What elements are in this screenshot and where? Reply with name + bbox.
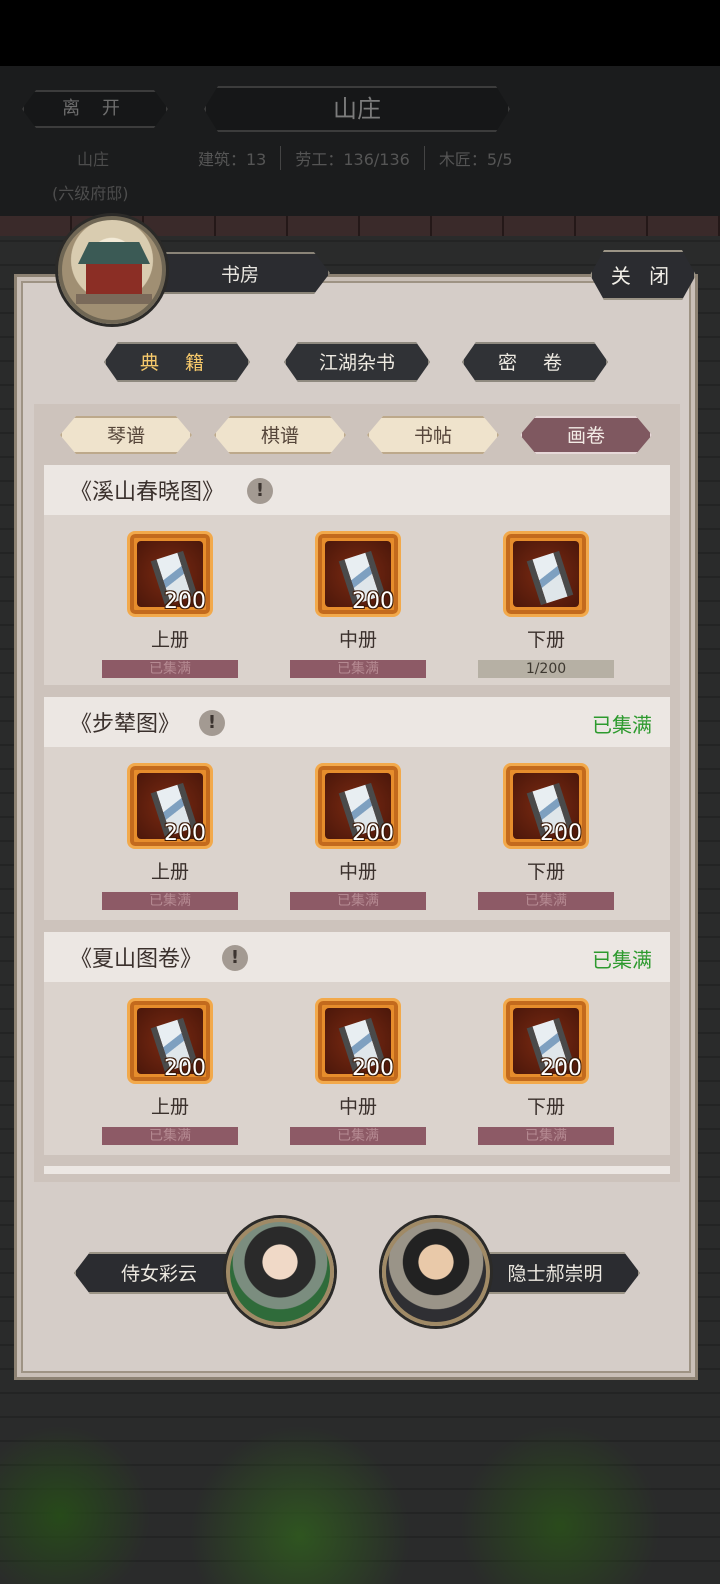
estate-stats: 建筑：13 劳工：136/136 木匠：5/5 (198, 146, 527, 170)
item-count: 200 (352, 1056, 394, 1081)
volume-label: 中册 (338, 1096, 377, 1118)
scroll-painting-icon: 200 (127, 998, 213, 1084)
hermit-portrait[interactable] (382, 1218, 490, 1326)
collection-title: 《步辇图》 (70, 712, 181, 737)
building-name: 书房 (150, 252, 330, 294)
leave-button[interactable]: 离 开 (22, 90, 168, 128)
npc-hermit-button[interactable]: 隐士郝崇明 (470, 1252, 640, 1294)
volume-item[interactable]: 下册 1/200 (476, 531, 616, 678)
collection-title: 《夏山图卷》 (70, 947, 203, 972)
volume-label: 上册 (150, 861, 189, 883)
location-rank: (六级府邸) (52, 184, 129, 203)
scroll-painting-icon: 200 (127, 531, 213, 617)
subtab-calligraphy[interactable]: 书帖 (367, 416, 499, 454)
collection-card: 《夏山图卷》 ! 已集满 200 上册 已集满 200 中册 已集满 200 下… (44, 932, 670, 1155)
card-header: 《步辇图》 ! 已集满 (44, 697, 670, 747)
volume-label: 中册 (338, 861, 377, 883)
collection-card: 《步辇图》 ! 已集满 200 上册 已集满 200 中册 已集满 200 下册… (44, 697, 670, 920)
scroll-painting-icon: 200 (503, 998, 589, 1084)
page-title: 山庄 (204, 86, 510, 132)
item-count: 200 (352, 821, 394, 846)
volume-label: 中册 (338, 629, 377, 651)
volume-label: 下册 (526, 629, 565, 651)
progress-bar: 已集满 (102, 1127, 238, 1145)
scroll-painting-icon: 200 (503, 763, 589, 849)
close-button[interactable]: 关 闭 (590, 250, 696, 300)
volume-label: 上册 (150, 629, 189, 651)
scroll-painting-icon: 200 (315, 763, 401, 849)
scroll-painting-icon (503, 531, 589, 617)
collection-card: 《溪山春晓图》 ! 200 上册 已集满 200 中册 已集满 下册 1/200 (44, 465, 670, 685)
info-icon[interactable]: ! (222, 945, 248, 971)
tab-classics[interactable]: 典 籍 (104, 342, 250, 382)
volume-item[interactable]: 200 上册 已集满 (100, 531, 240, 678)
item-count: 200 (540, 821, 582, 846)
volume-item[interactable]: 200 上册 已集满 (100, 763, 240, 910)
item-count: 200 (540, 1056, 582, 1081)
stat-labor: 劳工：136/136 (281, 146, 425, 170)
subtab-qin-scores[interactable]: 琴谱 (60, 416, 192, 454)
progress-bar: 已集满 (290, 660, 426, 678)
complete-status: 已集满 (592, 948, 652, 972)
volume-item[interactable]: 200 下册 已集满 (476, 763, 616, 910)
npc-maid-button[interactable]: 侍女彩云 (74, 1252, 244, 1294)
collection-card-partial (44, 1166, 670, 1174)
stat-carpenters: 木匠：5/5 (438, 150, 513, 169)
volume-label: 上册 (150, 1096, 189, 1118)
scroll-painting-icon: 200 (315, 531, 401, 617)
item-count: 200 (164, 821, 206, 846)
progress-bar: 已集满 (478, 892, 614, 910)
card-header: 《溪山春晓图》 ! (44, 465, 670, 515)
volume-item[interactable]: 200 上册 已集满 (100, 998, 240, 1145)
volume-item[interactable]: 200 中册 已集满 (288, 763, 428, 910)
subtab-chess-manuals[interactable]: 棋谱 (214, 416, 346, 454)
progress-bar: 1/200 (478, 660, 614, 678)
complete-status: 已集满 (592, 713, 652, 737)
location-name: 山庄 (77, 150, 110, 169)
collection-title: 《溪山春晓图》 (70, 480, 225, 505)
item-count: 200 (164, 1056, 206, 1081)
library-building-icon (58, 216, 166, 324)
progress-bar: 已集满 (102, 660, 238, 678)
progress-bar: 已集满 (290, 892, 426, 910)
volume-label: 下册 (526, 1096, 565, 1118)
info-icon[interactable]: ! (247, 478, 273, 504)
volume-item[interactable]: 200 中册 已集满 (288, 531, 428, 678)
progress-bar: 已集满 (102, 892, 238, 910)
status-bar (0, 0, 720, 66)
stat-buildings: 建筑：13 (198, 146, 282, 170)
volume-item[interactable]: 200 中册 已集满 (288, 998, 428, 1145)
item-count: 200 (164, 589, 206, 614)
info-icon[interactable]: ! (199, 710, 225, 736)
scroll-painting-icon: 200 (127, 763, 213, 849)
volume-label: 下册 (526, 861, 565, 883)
volume-item[interactable]: 200 下册 已集满 (476, 998, 616, 1145)
tab-secret-scrolls[interactable]: 密 卷 (462, 342, 608, 382)
scroll-painting-icon: 200 (315, 998, 401, 1084)
tab-misc-books[interactable]: 江湖杂书 (284, 342, 430, 382)
maid-portrait[interactable] (226, 1218, 334, 1326)
progress-bar: 已集满 (290, 1127, 426, 1145)
subtab-paintings[interactable]: 画卷 (520, 416, 652, 454)
item-count: 200 (352, 589, 394, 614)
progress-bar: 已集满 (478, 1127, 614, 1145)
card-header: 《夏山图卷》 ! 已集满 (44, 932, 670, 982)
